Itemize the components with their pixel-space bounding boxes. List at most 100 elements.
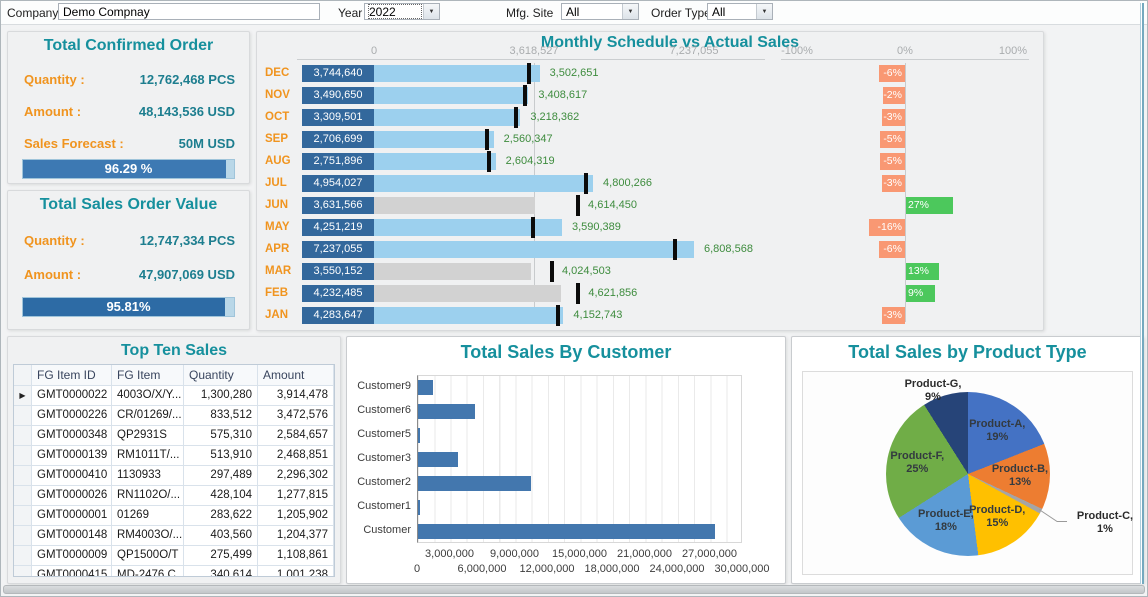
order-type-dropdown[interactable]: All ▼ (707, 3, 773, 20)
table-row[interactable]: GMT0000009QP1500O/T275,4991,108,861 (14, 546, 334, 566)
table-row[interactable]: GMT0000415MD-2476 C...340,6141,001,238 (14, 566, 334, 577)
monthly-row: JUL4,954,0274,800,266-3% (257, 173, 1043, 195)
actual-value-label: 3,408,617 (538, 89, 587, 101)
chevron-down-icon[interactable]: ▼ (622, 4, 638, 19)
table-row[interactable]: GMT0000226CR/01269/...833,5123,472,576 (14, 406, 334, 426)
quantity-cell: 403,560 (184, 526, 258, 545)
axis-tick: 0% (897, 45, 913, 57)
x-axis-tick: 30,000,000 (714, 563, 769, 575)
dashboard-window: Company Year 2022 ▼ Mfg. Site All ▼ Orde… (0, 0, 1148, 597)
table-row[interactable]: GMT0000348QP2931S575,3102,584,657 (14, 426, 334, 446)
schedule-bar (374, 263, 531, 280)
schedule-value-box: 3,309,501 (302, 109, 374, 126)
column-header: FG Item ID (32, 365, 112, 385)
row-selector[interactable] (14, 546, 32, 565)
fg-item-id-cell: GMT0000415 (32, 566, 112, 577)
customer-bar (418, 500, 420, 515)
monthly-row: SEP2,706,6992,560,347-5% (257, 129, 1043, 151)
amount-cell: 2,584,657 (258, 426, 334, 445)
sales-progress-bar: 95.81% (22, 297, 235, 317)
month-label: APR (265, 243, 289, 255)
x-axis-tick: 3,000,000 (425, 548, 474, 560)
customer-category-label: Customer9 (349, 380, 411, 392)
table-row[interactable]: GMT0000026RN1102O/...428,1041,277,815 (14, 486, 334, 506)
row-selector[interactable]: ▶ (14, 386, 32, 405)
fg-item-cell: QP1500O/T (112, 546, 184, 565)
customer-category-label: Customer1 (349, 500, 411, 512)
pie-slice-label: Product-C,1% (1061, 510, 1148, 536)
table-row[interactable]: ▶GMT00000224003O/X/Y...1,300,2803,914,47… (14, 386, 334, 406)
row-selector[interactable] (14, 466, 32, 485)
actual-marker (527, 63, 531, 84)
actual-value-label: 4,024,503 (562, 265, 611, 277)
actual-value-label: 2,560,347 (504, 133, 553, 145)
monthly-row: MAY4,251,2193,590,389-16% (257, 217, 1043, 239)
monthly-row: JAN4,283,6474,152,743-3% (257, 305, 1043, 327)
month-label: JAN (265, 309, 288, 321)
row-selector[interactable] (14, 486, 32, 505)
row-selector[interactable] (14, 566, 32, 577)
monthly-rows: DEC3,744,6403,502,651-6%NOV3,490,6503,40… (257, 63, 1043, 327)
quantity-cell: 575,310 (184, 426, 258, 445)
table-row[interactable]: GMT000000101269283,6221,205,902 (14, 506, 334, 526)
actual-marker (514, 107, 518, 128)
customer-bar (418, 380, 433, 395)
sales-progress-label: 95.81% (23, 299, 234, 314)
fg-item-id-cell: GMT0000226 (32, 406, 112, 425)
year-value: 2022 (369, 5, 421, 18)
actual-value-label: 4,621,856 (588, 287, 637, 299)
column-header: FG Item (112, 365, 184, 385)
monthly-schedule-panel: Monthly Schedule vs Actual Sales 0 3,618… (256, 31, 1044, 331)
quantity-value: 12,762,468 PCS (140, 72, 235, 87)
monthly-row: MAR3,550,1524,024,50313% (257, 261, 1043, 283)
fg-item-cell: 01269 (112, 506, 184, 525)
table-header-row: FG Item IDFG ItemQuantityAmount (14, 365, 334, 386)
quantity-cell: 513,910 (184, 446, 258, 465)
variance-bar: -3% (882, 307, 905, 324)
actual-value-label: 3,218,362 (530, 111, 579, 123)
row-selector[interactable] (14, 446, 32, 465)
row-selector[interactable] (14, 526, 32, 545)
fg-item-id-cell: GMT0000348 (32, 426, 112, 445)
month-label: AUG (265, 155, 291, 167)
fg-item-id-cell: GMT0000022 (32, 386, 112, 405)
table-row[interactable]: GMT0000139RM1011T/...513,9102,468,851 (14, 446, 334, 466)
year-dropdown[interactable]: 2022 ▼ (364, 3, 440, 20)
customer-bar (418, 524, 715, 539)
row-selector[interactable] (14, 406, 32, 425)
schedule-value-box: 7,237,055 (302, 241, 374, 258)
fg-item-id-cell: GMT0000026 (32, 486, 112, 505)
table-row[interactable]: GMT00004101130933297,4892,296,302 (14, 466, 334, 486)
actual-marker (487, 151, 491, 172)
month-label: FEB (265, 287, 288, 299)
month-label: NOV (265, 89, 290, 101)
amount-cell: 3,472,576 (258, 406, 334, 425)
chevron-down-icon[interactable]: ▼ (423, 4, 439, 19)
order-type-value: All (712, 5, 754, 18)
x-axis-tick: 6,000,000 (458, 563, 507, 575)
actual-marker (584, 173, 588, 194)
quantity-cell: 275,499 (184, 546, 258, 565)
fg-item-cell: QP2931S (112, 426, 184, 445)
panel-title: Top Ten Sales (8, 342, 340, 360)
schedule-value-box: 4,232,485 (302, 285, 374, 302)
row-selector[interactable] (14, 426, 32, 445)
total-confirmed-order-panel: Total Confirmed Order Quantity : 12,762,… (7, 31, 250, 184)
row-gutter (14, 365, 32, 385)
company-input[interactable] (58, 3, 320, 20)
schedule-axis-line (297, 59, 765, 60)
table-row[interactable]: GMT0000148RM4003O/...403,5601,204,377 (14, 526, 334, 546)
fg-item-cell: RM1011T/... (112, 446, 184, 465)
actual-marker (576, 283, 580, 304)
monthly-row: FEB4,232,4854,621,8569% (257, 283, 1043, 305)
monthly-row: AUG2,751,8962,604,319-5% (257, 151, 1043, 173)
mfg-site-dropdown[interactable]: All ▼ (561, 3, 639, 20)
fg-item-cell: MD-2476 C... (112, 566, 184, 577)
customer-category-label: Customer3 (349, 452, 411, 464)
row-selector[interactable] (14, 506, 32, 525)
chevron-down-icon[interactable]: ▼ (756, 4, 772, 19)
panel-title: Total Confirmed Order (8, 37, 249, 55)
amount-cell: 2,468,851 (258, 446, 334, 465)
customer-bar (418, 476, 531, 491)
actual-marker (531, 217, 535, 238)
